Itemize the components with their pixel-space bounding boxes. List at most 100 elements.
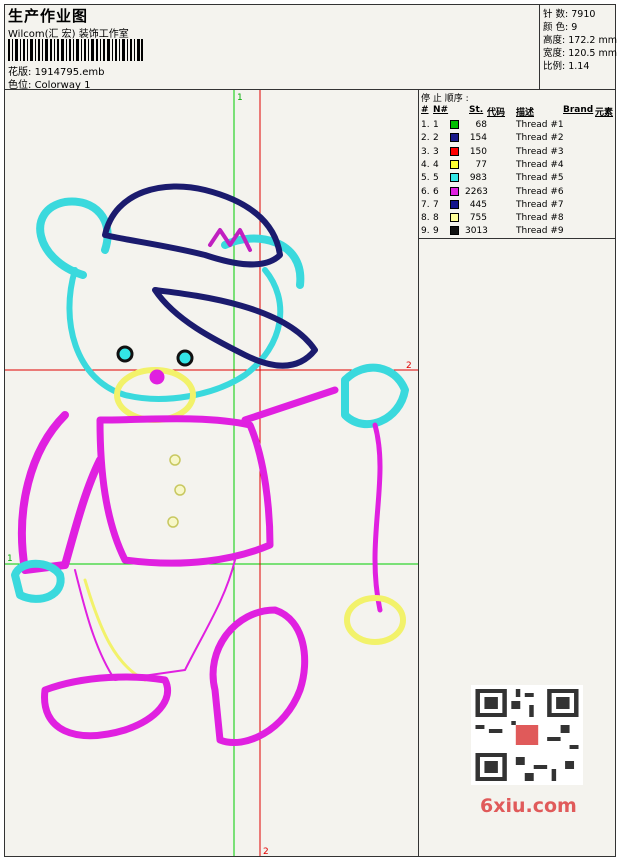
design-canvas: 1 1 2 2 [5, 90, 419, 857]
left-ear [36, 197, 112, 279]
stats-panel: 针 数: 7910 颜 色: 9 高度: 172.2 mm 宽度: 120.5 … [539, 5, 617, 89]
watermark: 6xiu.com [480, 795, 577, 817]
green-axis-label-left: 1 [7, 554, 13, 564]
color-swatch [450, 186, 459, 196]
color-swatch [450, 173, 459, 183]
col-brand: Brand [563, 105, 594, 115]
row-num: 7. [421, 199, 430, 210]
green-axis-label-top: 1 [237, 93, 243, 103]
cap-crown [102, 183, 283, 268]
yoyo-string [372, 422, 383, 613]
col-code: 代码 [487, 108, 506, 118]
row-num: 2. [421, 133, 430, 144]
row-num: 5. [421, 173, 430, 184]
col-element: 元素 [595, 108, 614, 118]
stat-ratio: 比例: 1.14 [543, 61, 590, 72]
row-stitches: 3013 [465, 226, 488, 237]
stat-colors: 颜 色: 9 [543, 22, 578, 33]
row-num: 6. [421, 186, 430, 197]
row-desc: Thread #7 [516, 199, 564, 210]
colorway: 色位: Colorway 1 [8, 76, 90, 91]
row-desc: Thread #5 [516, 173, 564, 184]
row-num: 8. [421, 213, 430, 224]
row-n: 8 [433, 213, 439, 224]
row-stitches: 2263 [465, 186, 488, 197]
col-st: St. [469, 105, 484, 115]
row-stitches: 445 [469, 199, 487, 210]
barcode [8, 39, 143, 61]
color-swatch [450, 120, 459, 129]
stat-width: 宽度: 120.5 mm [543, 48, 617, 59]
row-desc: Thread #9 [516, 226, 564, 237]
sequence-row: 9. 9 3013 Thread #9 [419, 226, 615, 239]
sequence-title: 停 止 顺序 : [421, 94, 469, 104]
sequence-row: 1. 1 68 Thread #1 [419, 120, 615, 133]
row-stitches: 755 [469, 213, 487, 224]
bear-embroidery [11, 183, 409, 747]
col-num: # [421, 105, 429, 115]
stat-stitches: 针 数: 7910 [543, 9, 596, 20]
right-sleeve [241, 386, 339, 424]
jacket-button-1 [169, 454, 181, 466]
color-swatch [450, 159, 459, 169]
sequence-row: 6. 6 2263 Thread #6 [419, 186, 615, 200]
color-swatch [450, 213, 459, 223]
pants-trim [83, 578, 147, 682]
studio-name: Wilcom(汇 宏) 装饰工作室 [8, 29, 129, 40]
row-desc: Thread #4 [516, 159, 564, 170]
row-num: 4. [421, 159, 430, 170]
worksheet: 生产作业图 Wilcom(汇 宏) 装饰工作室 花版: 1914795.emb [4, 4, 617, 857]
nose [149, 369, 165, 385]
row-n: 6 [433, 186, 439, 197]
sequence-row: 8. 8 755 Thread #8 [419, 213, 615, 226]
yoyo [344, 595, 406, 645]
stop-sequence-panel: 停 止 顺序 : # N# St. 代码 描述 Brand 元素 1. 1 68 Th… [419, 90, 615, 239]
sequence-row: 2. 2 154 Thread #2 [419, 133, 615, 146]
jacket-button-3 [167, 516, 179, 528]
sequence-row: 5. 5 983 Thread #5 [419, 173, 615, 186]
row-stitches: 154 [469, 133, 487, 144]
qr-code [471, 685, 583, 785]
jacket-button-2 [174, 484, 186, 496]
header-panel: 生产作业图 Wilcom(汇 宏) 装饰工作室 花版: 1914795.emb [5, 5, 617, 91]
row-desc: Thread #8 [516, 213, 564, 224]
stat-height: 高度: 172.2 mm [543, 35, 617, 46]
right-hand [341, 363, 409, 429]
row-n: 5 [433, 173, 439, 184]
color-swatch [450, 199, 459, 209]
color-swatch [450, 146, 459, 156]
row-n: 2 [433, 133, 439, 144]
page-title: 生产作业图 [8, 7, 89, 25]
left-sleeve [17, 411, 104, 574]
row-num: 1. [421, 120, 430, 130]
right-shoe [209, 606, 309, 747]
sequence-row: 7. 7 445 Thread #7 [419, 199, 615, 213]
red-axis-label-bottom: 2 [263, 847, 269, 856]
row-stitches: 77 [475, 159, 487, 170]
row-num: 3. [421, 146, 430, 157]
row-n: 3 [433, 146, 439, 157]
sequence-row: 4. 4 77 Thread #4 [419, 159, 615, 173]
left-eye [116, 345, 134, 363]
row-stitches: 150 [469, 146, 487, 157]
row-desc: Thread #6 [516, 186, 564, 197]
sequence-row: 3. 3 150 Thread #3 [419, 146, 615, 160]
row-stitches: 983 [469, 173, 487, 184]
row-num: 9. [421, 226, 430, 237]
row-desc: Thread #1 [516, 120, 564, 130]
right-eye [176, 349, 194, 367]
col-n: N# [433, 105, 449, 115]
row-n: 4 [433, 159, 439, 170]
red-axis-label-right: 2 [406, 361, 412, 371]
row-n: 7 [433, 199, 439, 210]
row-stitches: 68 [475, 120, 487, 130]
color-swatch [450, 226, 459, 236]
row-desc: Thread #3 [516, 146, 564, 157]
row-desc: Thread #2 [516, 133, 564, 144]
color-swatch [450, 133, 459, 143]
head-outline [66, 267, 284, 402]
embroidery-drawing: 1 1 2 2 [5, 90, 418, 857]
row-n: 1 [433, 120, 439, 130]
row-n: 9 [433, 226, 439, 237]
left-shoe [41, 673, 172, 740]
